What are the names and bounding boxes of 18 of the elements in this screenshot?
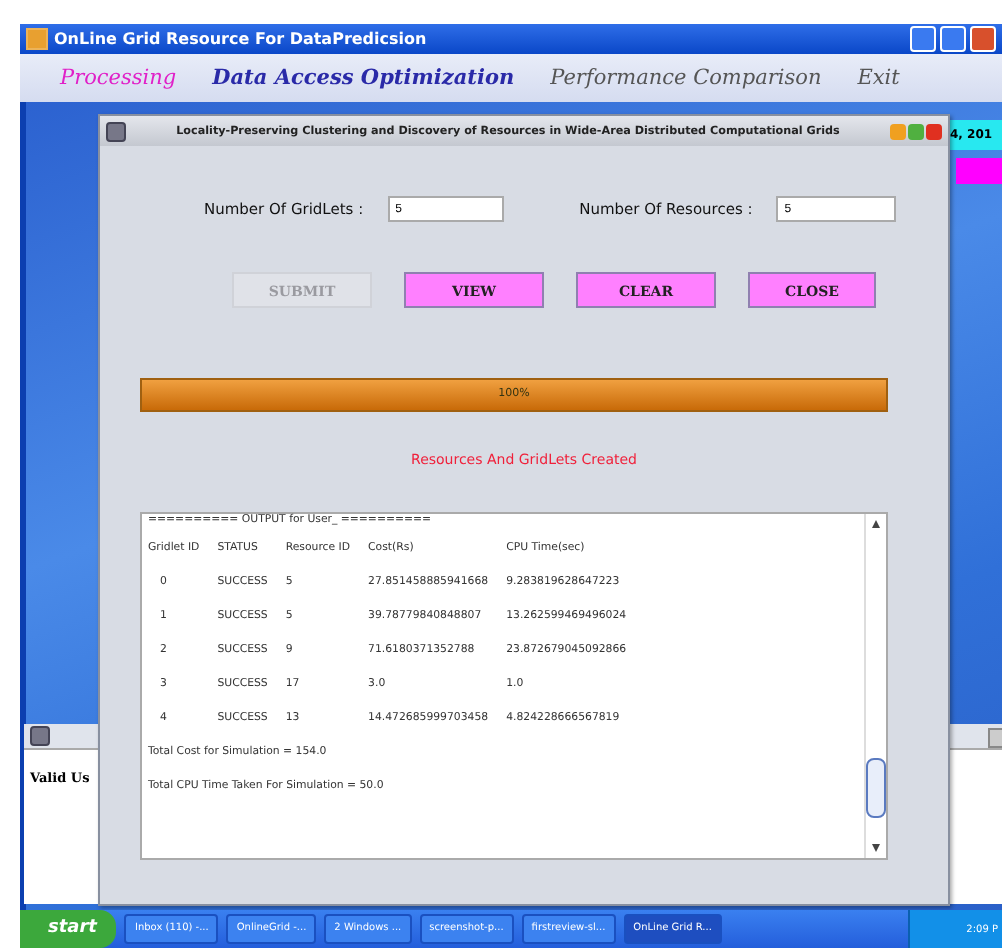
close-button[interactable] (926, 123, 942, 139)
menu-item[interactable]: Processing (60, 66, 177, 90)
scroll-up-icon[interactable] (872, 520, 880, 528)
scroll-down-icon[interactable] (872, 844, 880, 852)
window-menu-button[interactable] (106, 121, 126, 141)
window-title: OnLine Grid Resource For DataPredicsion (54, 30, 429, 48)
menu-item[interactable]: Exit (857, 66, 900, 90)
scroll-thumb[interactable] (866, 758, 886, 818)
minimize-button[interactable] (910, 26, 936, 52)
scrollbar[interactable] (864, 514, 886, 858)
window-menu-button[interactable] (30, 726, 50, 746)
menu-item[interactable]: Performance Comparison (550, 66, 822, 90)
color-block (956, 158, 1002, 184)
app-icon (26, 28, 48, 50)
maximize-button[interactable] (940, 26, 966, 52)
start-button[interactable]: start (20, 910, 117, 948)
close-button[interactable] (970, 26, 996, 52)
menu-item[interactable]: Data Access Optimization (212, 66, 515, 90)
